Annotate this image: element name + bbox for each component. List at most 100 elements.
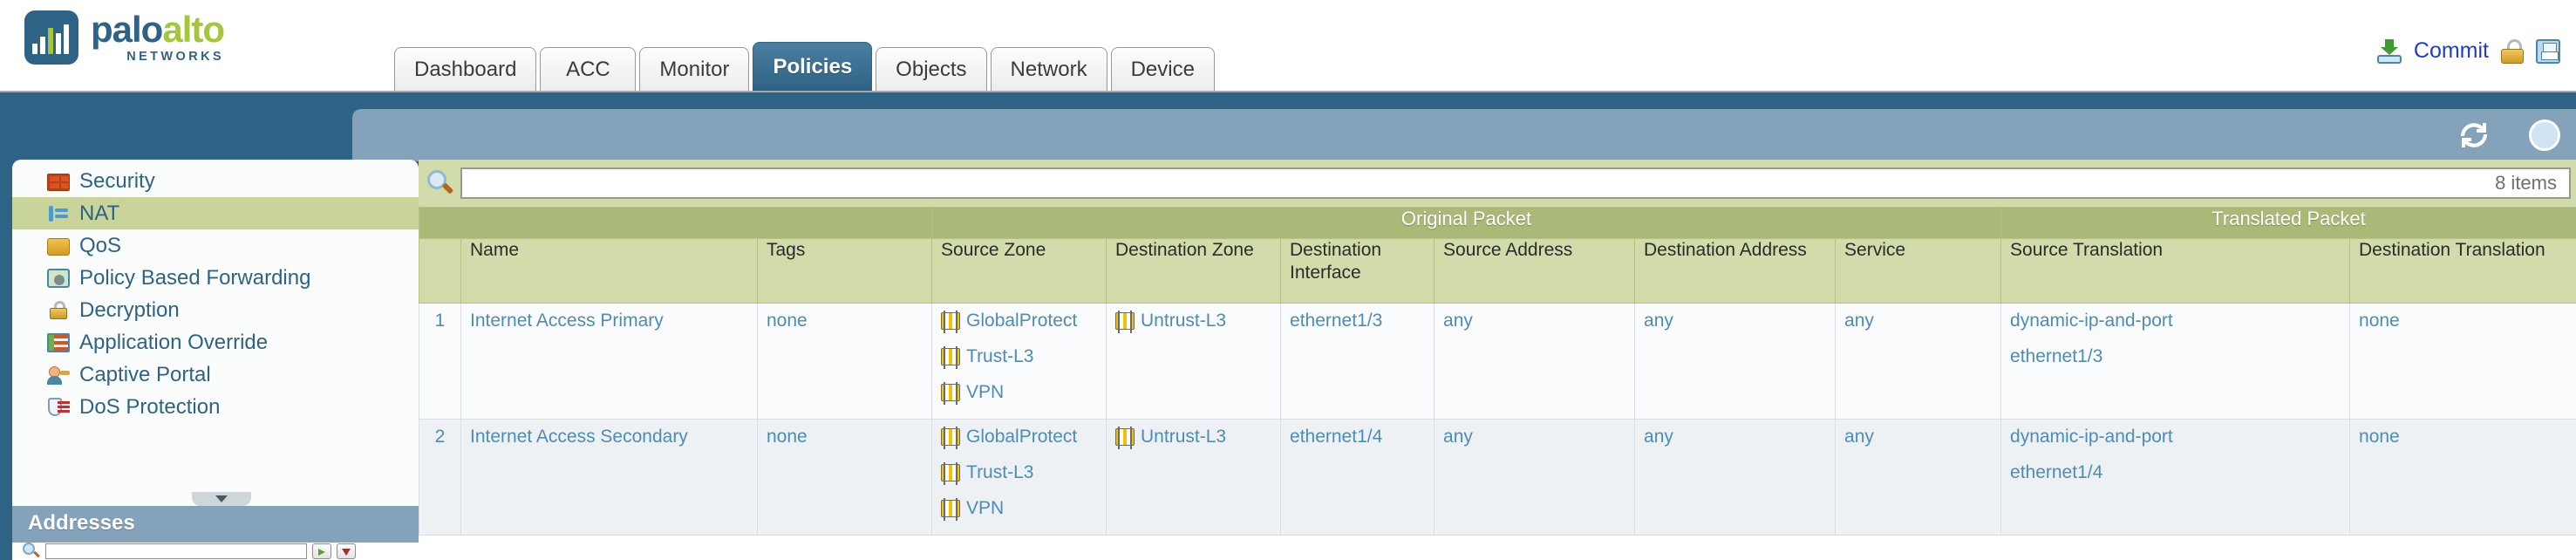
row-destination-translation[interactable]: none [2350, 420, 2576, 536]
sidebar-item-qos[interactable]: QoS [12, 229, 419, 262]
tab-monitor[interactable]: Monitor [639, 47, 749, 91]
tab-policies[interactable]: Policies [753, 42, 872, 91]
column-header-index[interactable] [419, 239, 461, 304]
group-header-translated-packet: Translated Packet [2001, 208, 2576, 239]
row-source-address[interactable]: any [1435, 420, 1635, 536]
addresses-panel-title: Addresses [12, 506, 419, 536]
column-header-destination-translation[interactable]: Destination Translation [2350, 239, 2576, 304]
addresses-delete-button[interactable] [337, 543, 356, 559]
help-circle-icon[interactable] [2529, 120, 2560, 151]
logo-word-alto: alto [162, 9, 224, 50]
tab-network[interactable]: Network [991, 47, 1107, 91]
column-header-name[interactable]: Name [461, 239, 758, 304]
zone-icon [941, 464, 960, 481]
group-header-blank [419, 208, 932, 239]
row-destination-interface[interactable]: ethernet1/4 [1281, 420, 1435, 536]
dos-protection-shield-icon [47, 397, 70, 418]
tab-objects[interactable]: Objects [876, 47, 986, 91]
zone-icon [941, 500, 960, 517]
decryption-lock-icon [47, 300, 70, 321]
zone-label: VPN [966, 382, 1004, 403]
translation-type: dynamic-ip-and-port [2010, 311, 2173, 331]
row-source-address[interactable]: any [1435, 304, 1635, 420]
zone-icon [941, 384, 960, 401]
zone-label: GlobalProtect [966, 427, 1077, 447]
zone-label: Trust-L3 [966, 462, 1033, 483]
addresses-add-button[interactable] [312, 543, 331, 559]
column-header-source-address[interactable]: Source Address [1435, 239, 1635, 304]
column-header-tags[interactable]: Tags [758, 239, 932, 304]
translation-interface: ethernet1/3 [2010, 346, 2102, 367]
row-destination-translation[interactable]: none [2350, 304, 2576, 420]
sidebar-item-label: DoS Protection [79, 395, 220, 420]
nat-policy-content: 8 items Original Packet Translated Packe… [419, 160, 2576, 560]
row-source-zone[interactable]: GlobalProtect Trust-L3 VPN [932, 420, 1107, 536]
save-icon[interactable] [2536, 39, 2560, 64]
items-count-label: 8 items [2495, 172, 2557, 195]
column-header-destination-zone[interactable]: Destination Zone [1107, 239, 1281, 304]
sidebar-item-label: Captive Portal [79, 363, 211, 387]
tab-acc[interactable]: ACC [540, 47, 636, 91]
sidebar-item-security[interactable]: Security [12, 165, 419, 197]
row-tags[interactable]: none [758, 420, 932, 536]
row-source-translation[interactable]: dynamic-ip-and-port ethernet1/3 [2001, 304, 2350, 420]
sidebar-item-label: Policy Based Forwarding [79, 266, 310, 290]
row-source-zone[interactable]: GlobalProtect Trust-L3 VPN [932, 304, 1107, 420]
zone-label: Trust-L3 [966, 346, 1033, 367]
sidebar-item-label: Security [79, 169, 155, 194]
row-destination-interface[interactable]: ethernet1/3 [1281, 304, 1435, 420]
addresses-search-row [12, 543, 419, 560]
row-service[interactable]: any [1836, 304, 2001, 420]
column-header-destination-interface[interactable]: Destination Interface [1281, 239, 1435, 304]
translation-type: dynamic-ip-and-port [2010, 427, 2173, 447]
tab-dashboard[interactable]: Dashboard [394, 47, 536, 91]
sidebar-item-dos-protection[interactable]: DoS Protection [12, 391, 419, 423]
sidebar-item-label: Decryption [79, 298, 180, 323]
sidebar-item-captive-portal[interactable]: Captive Portal [12, 359, 419, 391]
app-header: paloalto NETWORKS Dashboard ACC Monitor … [0, 0, 2576, 92]
row-destination-address[interactable]: any [1635, 420, 1836, 536]
lock-icon[interactable] [2501, 39, 2524, 64]
content-toolbar [352, 109, 2576, 161]
refresh-icon[interactable] [2459, 121, 2489, 149]
commit-button[interactable]: Commit [2414, 38, 2489, 64]
commit-icon[interactable] [2377, 39, 2402, 64]
sidebar-item-application-override[interactable]: Application Override [12, 326, 419, 359]
row-destination-zone[interactable]: Untrust-L3 [1107, 420, 1281, 536]
row-source-translation[interactable]: dynamic-ip-and-port ethernet1/4 [2001, 420, 2350, 536]
addresses-search-input[interactable] [45, 543, 307, 559]
table-row[interactable]: 1 Internet Access Primary none GlobalPro… [419, 304, 2576, 420]
zone-icon [941, 348, 960, 365]
policy-search-input[interactable]: 8 items [460, 167, 2571, 199]
column-header-destination-address[interactable]: Destination Address [1635, 239, 1836, 304]
firewall-brick-icon [47, 174, 70, 191]
policy-type-sidebar: Security NAT QoS Policy Based Forwarding… [12, 160, 419, 509]
row-destination-zone[interactable]: Untrust-L3 [1107, 304, 1281, 420]
application-override-icon [47, 333, 70, 352]
sidebar-item-nat[interactable]: NAT [12, 197, 419, 229]
group-header-original-packet: Original Packet [932, 208, 2001, 239]
paloalto-logo-mark-icon [24, 10, 78, 65]
tab-device[interactable]: Device [1111, 47, 1215, 91]
row-index: 1 [419, 304, 461, 420]
sidebar-collapse-toggle[interactable] [192, 492, 251, 506]
table-row[interactable]: 2 Internet Access Secondary none GlobalP… [419, 420, 2576, 536]
logo-word-palo: palo [91, 9, 162, 50]
nat-arrows-icon [47, 203, 70, 224]
row-tags[interactable]: none [758, 304, 932, 420]
sidebar-item-decryption[interactable]: Decryption [12, 294, 419, 326]
zone-icon [1115, 428, 1135, 446]
row-destination-address[interactable]: any [1635, 304, 1836, 420]
column-header-source-translation[interactable]: Source Translation [2001, 239, 2350, 304]
nat-policy-table: Original Packet Translated Packet Name T… [419, 207, 2576, 536]
zone-label: GlobalProtect [966, 311, 1077, 331]
zone-label: Untrust-L3 [1141, 427, 1226, 447]
column-header-service[interactable]: Service [1836, 239, 2001, 304]
sidebar-item-policy-based-forwarding[interactable]: Policy Based Forwarding [12, 262, 419, 294]
row-name[interactable]: Internet Access Primary [461, 304, 758, 420]
row-name[interactable]: Internet Access Secondary [461, 420, 758, 536]
logo-subtitle: NETWORKS [91, 51, 224, 64]
policy-based-forwarding-icon [47, 269, 70, 288]
column-header-source-zone[interactable]: Source Zone [932, 239, 1107, 304]
row-service[interactable]: any [1836, 420, 2001, 536]
